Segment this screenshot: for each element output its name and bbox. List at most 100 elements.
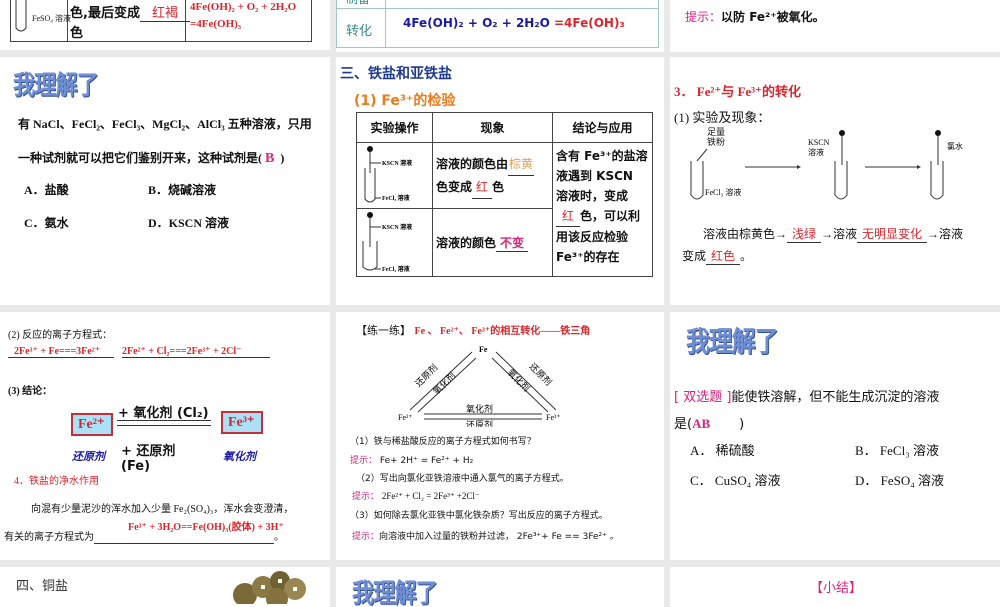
iron-triangle-diagram: Fe Fe²⁺ Fe³⁺ 氧化剂还原剂 还原剂 氧化剂 氧化剂 还原剂: [398, 345, 561, 427]
blank-answer: 红褐: [139, 2, 190, 22]
text: 色变成: [436, 179, 473, 194]
text: 。: [274, 532, 284, 543]
section-title: 3． Fe²⁺与 Fe³⁺的转化: [674, 84, 801, 99]
answer: B: [265, 151, 275, 166]
option-d: D．KSCN 溶液: [148, 216, 230, 230]
hint-label: 提示：: [352, 532, 380, 542]
slide-thumb-8[interactable]: 【练一练】 Fe 、 Fe²⁺、 Fe³⁺的相互转化——铁三角 Fe Fe²⁺ F…: [336, 312, 664, 560]
blank-answer: 红: [472, 176, 493, 199]
hint-label: 提示：: [352, 492, 380, 502]
reductant-label: + 还原剂 (Fe): [121, 444, 176, 474]
blank-answer: 不变: [496, 234, 529, 252]
tag: [ 双选题 ]: [674, 390, 732, 405]
hint-label: 提示：: [350, 456, 378, 466]
tag: 【练一练】: [356, 324, 411, 337]
iron-powder-label: 足量铁粉: [707, 127, 726, 147]
slide-title: 我理解了: [13, 71, 99, 101]
svg-text:还原剂: 还原剂: [528, 361, 555, 388]
blank-answer: 棕黄: [508, 153, 535, 176]
fe2-box: Fe²⁺: [71, 413, 113, 436]
heading: (2) 反应的离子方程式：: [8, 330, 113, 341]
slide-thumb-4[interactable]: 我理解了 有 NaCl、FeCl₂、FeCl₃、MgCl₂、AlCl₃ 五种溶液…: [0, 57, 330, 305]
conclusion-text: 含有 Fe³⁺的盐溶液遇到 KSCN 溶液时，变成: [556, 149, 648, 203]
table-header: 实验操作: [356, 112, 433, 143]
slide-thumb-2[interactable]: 制备 转化 4Fe(OH)₂ + O₂ + 2H₂O =4Fe(OH)₃: [336, 0, 664, 52]
test-tube-dropper-icon: KSCN 溶液 FeCl₂ 溶液: [362, 212, 413, 273]
text: 溶液的颜色由: [436, 156, 509, 171]
question: 是(: [674, 417, 693, 432]
answer: 2Fe²⁺ + Cl₂ = 2Fe³⁺ +2Cl⁻: [381, 491, 480, 501]
experiment-diagram: FeCl₃ 溶液 KSCN溶液 氯水: [690, 130, 963, 200]
experiment-table: 实验操作 现象 结论与应用 KSCN 溶液 FeCl₃ 溶液 溶液的颜色由棕黄 色变成红…: [356, 112, 653, 277]
title: Fe 、 Fe²⁺、 Fe³⁺的相互转化——铁三角: [414, 326, 591, 337]
tube-label: FeSO₄ 溶液: [32, 14, 72, 23]
answer: AB: [692, 416, 711, 431]
option-d: D． FeSO₄ 溶液: [855, 473, 945, 488]
equation: 4Fe(OH)₂ + O₂ + 2H₂O: [403, 16, 550, 30]
slide-thumb-3[interactable]: 提示：以防 Fe²⁺被氧化。: [670, 0, 1000, 52]
blank-answer: 红: [556, 206, 580, 227]
svg-text:KSCN: KSCN: [808, 138, 830, 147]
option-b: B．烧碱溶液: [148, 183, 217, 197]
test-tube-icon: [15, 0, 27, 32]
svg-text:还原剂: 还原剂: [466, 419, 493, 427]
question: （3）如何除去氯化亚铁中氯化铁杂质？写出反应的离子方程式。: [350, 511, 608, 521]
svg-text:Fe: Fe: [479, 345, 488, 354]
equation: 4Fe(OH)₂ + O₂ + 2H₂O: [190, 1, 297, 13]
question: 能使铁溶解，但不能生成沉淀的溶液: [731, 390, 940, 405]
oxidizing-agent-label: 氧化剂: [223, 450, 256, 463]
table-header: 现象: [432, 112, 553, 143]
paren: ): [280, 151, 285, 165]
svg-text:FeCl₂ 溶液: FeCl₂ 溶液: [382, 265, 411, 273]
answer: Fe+ 2H⁺ = Fe²⁺ + H₂: [379, 456, 474, 466]
row-label: 转化: [346, 24, 373, 39]
svg-text:氯水: 氯水: [947, 141, 963, 151]
svg-text:FeCl₃ 溶液: FeCl₃ 溶液: [705, 187, 741, 197]
slide-thumb-1[interactable]: FeSO₄ 溶液 色,最后变成 红褐 色 4Fe(OH)₂ + O₂ + 2H₂O…: [0, 0, 330, 50]
subsection-title: (1) Fe³⁺的检验: [354, 93, 456, 109]
reducing-agent-label: 还原剂: [72, 450, 105, 463]
heading: (3) 结论：: [8, 386, 53, 397]
option-c: C．氨水: [24, 216, 69, 230]
subsection-title: (1) 实验及现象：: [674, 110, 771, 125]
text: →溶液: [821, 227, 858, 241]
slide-thumb-7[interactable]: (2) 反应的离子方程式： 2Fe³⁺ + Fe===3Fe²⁺ 2Fe²⁺ +…: [0, 312, 330, 560]
oxidant-label: + 氧化剂 (Cl₂): [118, 406, 209, 421]
coins-image: [233, 571, 306, 604]
equation: =4Fe(OH)₃: [190, 18, 242, 30]
svg-text:FeCl₃ 溶液: FeCl₃ 溶液: [382, 194, 411, 202]
blank-answer: 红色: [706, 247, 741, 265]
text: 溶液的颜色: [436, 235, 497, 250]
slide-title: 我理解了: [686, 325, 779, 358]
question: （2）写出向氯化亚铁溶液中通入氯气的离子方程式。: [356, 474, 569, 484]
blank-answer: 无明显变化: [857, 225, 928, 243]
paragraph: 向混有少量泥沙的浑水加入少量 Fe₂(SO₄)₃，浑水会变澄清，: [31, 504, 294, 515]
slide-thumb-11[interactable]: 我理解了: [336, 567, 664, 607]
question: （1）铁与稀盐酸反应的离子方程式如何书写？: [350, 437, 536, 447]
option-c: C． CuSO₄ 溶液: [690, 473, 781, 488]
svg-text:Fe³⁺: Fe³⁺: [546, 413, 561, 422]
svg-text:氧化剂: 氧化剂: [506, 367, 533, 394]
option-b: B． FeCl₃ 溶液: [855, 443, 939, 458]
question-line: 一种试剂就可以把它们鉴别开来，这种试剂是(: [18, 151, 262, 165]
text: 。: [740, 249, 753, 263]
section-title: 三、铁盐和亚铁盐: [340, 66, 452, 82]
answer: 向溶液中加入过量的铁粉并过滤， 2Fe³⁺+ Fe == 3Fe²⁺ 。: [379, 532, 619, 542]
paragraph: 有关的离子方程式为: [4, 532, 94, 543]
question-line: 有 NaCl、FeCl₂、FeCl₃、MgCl₂、AlCl₃ 五种溶液，只用: [18, 117, 312, 131]
text: 变成: [682, 249, 707, 263]
equation: 2Fe³⁺ + Fe===3Fe²⁺: [8, 346, 114, 358]
slide-title: 四、铜盐: [16, 579, 69, 594]
svg-text:Fe²⁺: Fe²⁺: [398, 413, 413, 422]
svg-text:KSCN 溶液: KSCN 溶液: [382, 223, 413, 231]
equation: 2Fe²⁺ + Cl₂===2Fe³⁺ + 2Cl⁻: [122, 346, 270, 358]
slide-thumb-12[interactable]: 【小结】: [670, 567, 1000, 607]
text: 色,最后变成: [70, 6, 140, 21]
slide-thumb-10[interactable]: 四、铜盐: [0, 567, 330, 607]
slide-thumb-5[interactable]: 三、铁盐和亚铁盐 (1) Fe³⁺的检验 实验操作 现象 结论与应用 KSCN 溶液…: [336, 57, 664, 305]
slide-title: 我理解了: [352, 579, 438, 607]
blank-answer: 浅绿: [787, 225, 822, 243]
slide-thumb-9[interactable]: 我理解了 [ 双选题 ]能使铁溶解，但不能生成沉淀的溶液 是(AB ) A． 稀…: [670, 312, 1000, 560]
slide-thumb-6[interactable]: 3． Fe²⁺与 Fe³⁺的转化 (1) 实验及现象： FeCl₃ 溶液 KSC…: [670, 57, 1000, 305]
table-header: 结论与应用: [552, 112, 653, 143]
